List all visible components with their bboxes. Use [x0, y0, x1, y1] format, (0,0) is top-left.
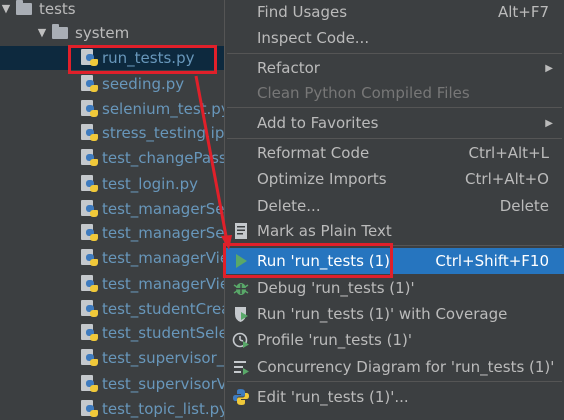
menu-separator	[227, 381, 562, 382]
python-file-icon	[80, 48, 100, 68]
profile-clock-icon	[232, 332, 249, 348]
tree-file-test-topic-list[interactable]: test_topic_list.py	[80, 397, 224, 420]
tree-item-label: test_supervisor_create.py	[102, 349, 224, 367]
submenu-arrow-icon: ▶	[545, 62, 553, 74]
expand-arrow-icon[interactable]: ▼	[36, 21, 48, 45]
menu-item-inspect-code[interactable]: Inspect Code...	[225, 25, 564, 51]
menu-separator	[227, 107, 562, 108]
tree-item-label: tests	[39, 0, 76, 18]
python-file-icon	[80, 248, 100, 268]
python-file-icon	[80, 123, 100, 143]
tree-item-label: stress_testing.ipynb	[102, 124, 224, 142]
menu-item-run[interactable]: Run 'run_tests (1)' Ctrl+Shift+F10	[225, 248, 564, 274]
menu-item-debug[interactable]: Debug 'run_tests (1)'	[225, 275, 564, 301]
text-file-icon	[235, 223, 247, 239]
python-file-icon	[80, 199, 100, 219]
menu-item-refactor[interactable]: Refactor ▶	[225, 55, 564, 81]
tree-file-stress-testing[interactable]: stress_testing.ipynb	[80, 121, 224, 145]
tree-item-label: seeding.py	[102, 75, 185, 93]
menu-item-run-coverage[interactable]: Run 'run_tests (1)' with Coverage	[225, 301, 564, 327]
tree-file-test-managerview[interactable]: test_managerView.py	[80, 246, 224, 270]
tree-item-label: test_managerView2.py	[102, 275, 224, 293]
menu-item-clean-compiled: Clean Python Compiled Files	[257, 84, 470, 102]
menu-item-find-usages[interactable]: Find Usages Alt+F7	[225, 0, 564, 25]
python-file-icon	[80, 223, 100, 243]
python-logo-icon	[233, 389, 249, 405]
project-tree: ▼ tests ▼ system run_tests.py seeding.py…	[0, 0, 224, 420]
menu-separator	[227, 138, 562, 139]
menu-separator	[227, 245, 562, 246]
menu-separator	[227, 53, 562, 54]
tree-file-seeding[interactable]: seeding.py	[80, 72, 184, 96]
menu-item-concurrency[interactable]: Concurrency Diagram for 'run_tests (1)'	[225, 354, 564, 380]
tree-file-test-studentcreate[interactable]: test_studentCreate.py	[80, 297, 224, 321]
tree-file-selenium-test[interactable]: selenium_test.py	[80, 97, 224, 121]
menu-item-reformat-code[interactable]: Reformat Code Ctrl+Alt+L	[225, 140, 564, 166]
menu-item-edit-config[interactable]: Edit 'run_tests (1)'...	[225, 384, 564, 410]
tree-file-test-managerview2[interactable]: test_managerView2.py	[80, 272, 224, 296]
python-file-icon	[80, 348, 100, 368]
python-file-icon	[80, 174, 100, 194]
menu-item-delete[interactable]: Delete... Delete	[225, 193, 564, 219]
tree-item-label: test_managerSearch.py	[102, 200, 224, 218]
bug-icon	[233, 283, 249, 295]
diagram-icon	[234, 361, 249, 375]
tree-file-test-supervisorview[interactable]: test_supervisorView.py	[80, 372, 224, 396]
tree-item-label: selenium_test.py	[102, 100, 224, 118]
tree-file-test-managersetting[interactable]: test_managerSetting.py	[80, 221, 224, 245]
tree-file-test-studentselect[interactable]: test_studentSelect.py	[80, 321, 224, 345]
tree-file-test-login[interactable]: test_login.py	[80, 172, 198, 196]
menu-item-profile[interactable]: Profile 'run_tests (1)'	[225, 327, 564, 353]
python-file-icon	[80, 148, 100, 168]
folder-icon	[16, 0, 32, 15]
tree-folder-system[interactable]: ▼ system	[36, 21, 129, 45]
run-triangle-icon	[236, 254, 247, 268]
expand-arrow-icon[interactable]: ▼	[0, 0, 12, 21]
tree-item-label: test_managerView.py	[102, 249, 224, 267]
tree-item-label: test_changePasswd.py	[102, 149, 224, 167]
tree-item-label: system	[75, 24, 130, 42]
tree-item-label: run_tests.py	[102, 49, 195, 67]
python-file-icon	[80, 399, 100, 419]
context-menu: Find Usages Alt+F7 Inspect Code... Refac…	[223, 0, 564, 420]
tree-item-label: test_studentCreate.py	[102, 300, 224, 318]
shield-run-icon	[235, 307, 248, 322]
python-file-icon	[80, 323, 100, 343]
python-file-icon	[80, 99, 100, 119]
tree-folder-tests[interactable]: ▼ tests	[0, 0, 76, 21]
python-file-icon	[80, 274, 100, 294]
folder-icon	[52, 24, 68, 39]
python-file-icon	[80, 374, 100, 394]
tree-item-label: test_supervisorView.py	[102, 375, 224, 393]
tree-file-test-changepasswd[interactable]: test_changePasswd.py	[80, 146, 224, 170]
tree-item-label: test_studentSelect.py	[102, 324, 224, 342]
tree-file-test-supervisor-create[interactable]: test_supervisor_create.py	[80, 346, 224, 370]
python-file-icon	[80, 299, 100, 319]
menu-item-optimize-imports[interactable]: Optimize Imports Ctrl+Alt+O	[225, 166, 564, 192]
tree-item-label: test_login.py	[102, 175, 199, 193]
submenu-arrow-icon: ▶	[545, 117, 553, 129]
tree-file-test-managersearch[interactable]: test_managerSearch.py	[80, 197, 224, 221]
menu-item-add-favorites[interactable]: Add to Favorites ▶	[225, 110, 564, 136]
menu-item-mark-plain-text[interactable]: Mark as Plain Text	[225, 218, 564, 244]
tree-item-label: test_managerSetting.py	[102, 224, 224, 242]
tree-file-run-tests[interactable]: run_tests.py	[0, 46, 224, 70]
tree-item-label: test_topic_list.py	[102, 400, 224, 418]
python-file-icon	[80, 74, 100, 94]
